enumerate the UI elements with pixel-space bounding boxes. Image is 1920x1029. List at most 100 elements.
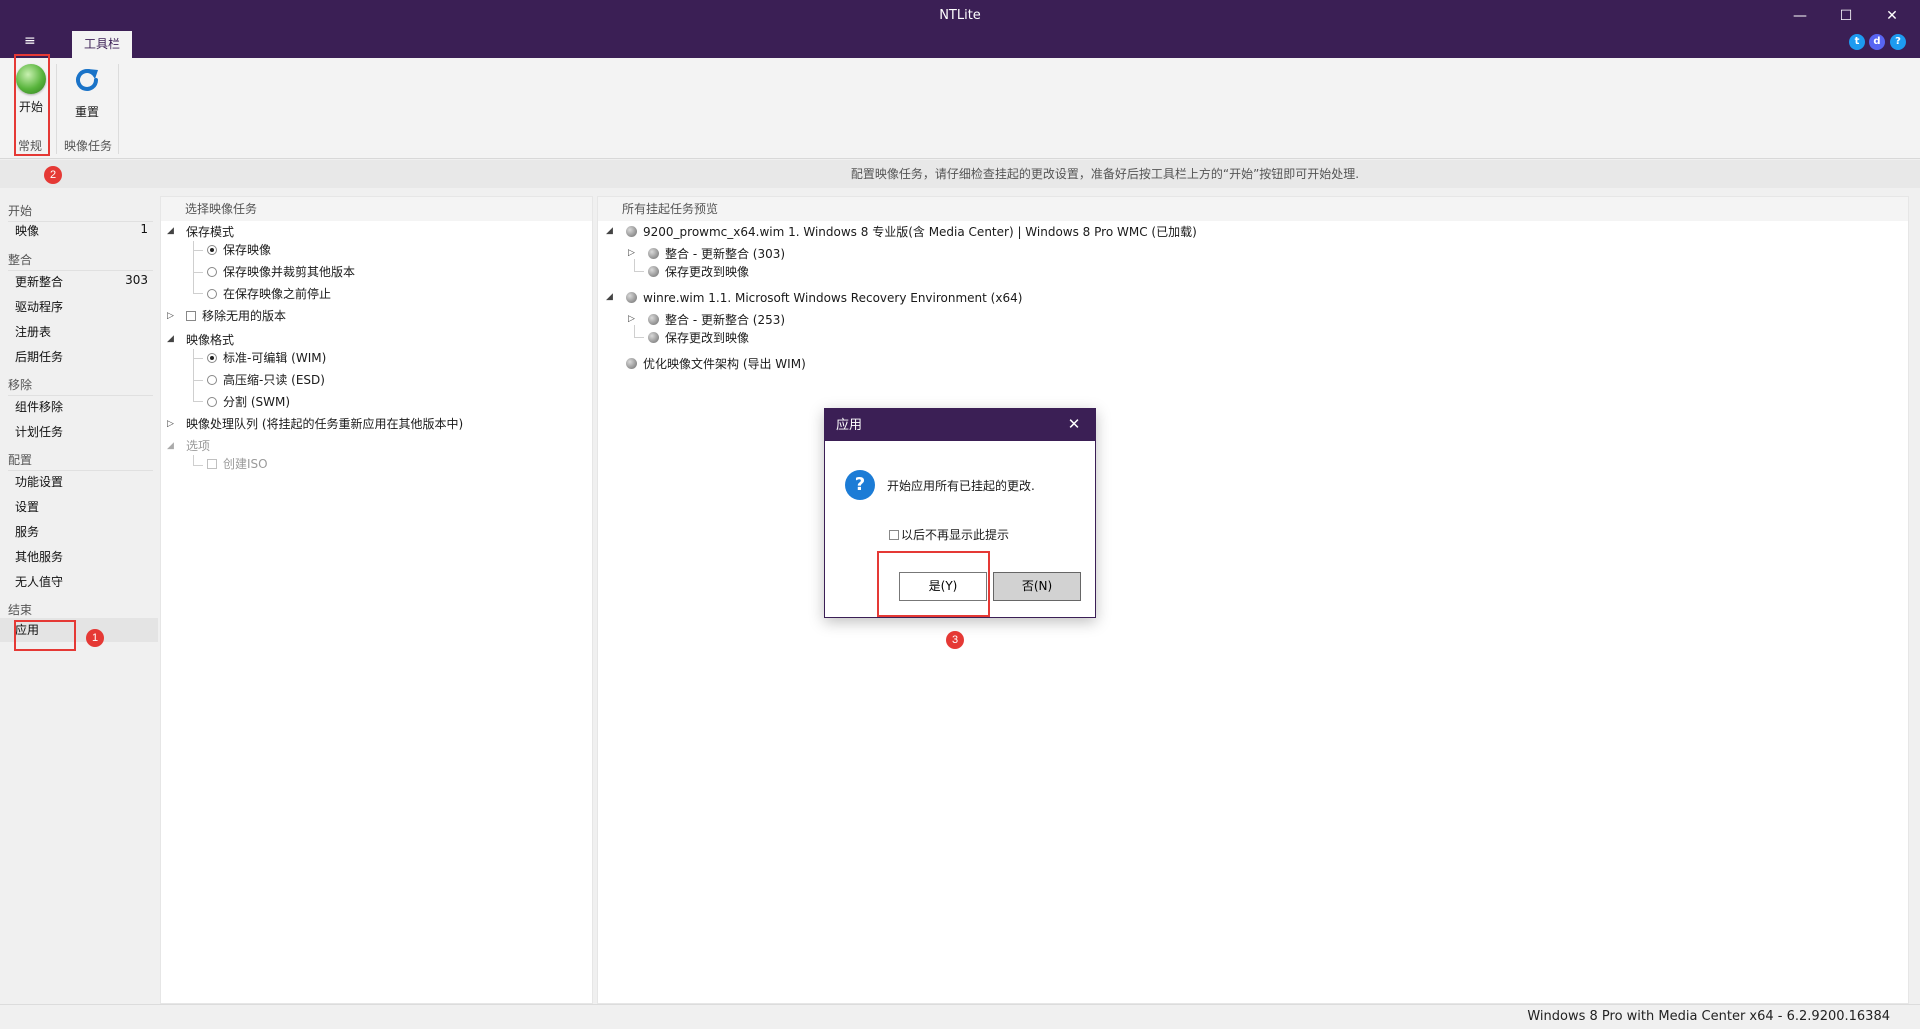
sidebar-item-image[interactable]: 映像 1 <box>15 222 153 239</box>
radio-icon <box>207 397 217 407</box>
tree-line <box>193 465 203 466</box>
image-1-save-node[interactable]: 保存更改到映像 <box>648 263 749 281</box>
sidebar-item-services[interactable]: 服务 <box>15 523 153 540</box>
option-label: 分割 (SWM) <box>223 395 291 409</box>
image-2-node[interactable]: winre.wim 1.1. Microsoft Windows Recover… <box>626 289 1022 307</box>
option-label: 在保存映像之前停止 <box>223 287 332 301</box>
discord-icon[interactable]: d <box>1869 34 1885 50</box>
option-label: 保存映像并裁剪其他版本 <box>223 265 356 279</box>
tree-line <box>193 358 203 359</box>
group-separator <box>118 64 119 154</box>
sidebar-item-settings[interactable]: 设置 <box>15 498 153 515</box>
sidebar-section-configure: 配置 <box>8 451 153 471</box>
radio-save-trim[interactable]: 保存映像并裁剪其他版本 <box>207 263 355 281</box>
dont-show-checkbox[interactable]: 以后不再显示此提示 <box>889 526 1009 543</box>
node-label: 9200_prowmc_x64.wim 1. Windows 8 专业版(含 M… <box>643 225 1197 239</box>
expand-icon[interactable]: ▷ <box>628 248 635 258</box>
info-strip: 配置映像任务，请仔细检查挂起的更改设置，准备好后按工具栏上方的“开始”按钮即可开… <box>0 160 1920 188</box>
sidebar-section-remove: 移除 <box>8 376 153 396</box>
status-dot-icon <box>648 266 659 277</box>
panel-header: 选择映像任务 <box>161 197 592 221</box>
dialog-close-icon[interactable]: ✕ <box>1059 409 1089 439</box>
collapse-icon[interactable]: ◢ <box>167 441 174 451</box>
tree-line <box>193 401 203 402</box>
hamburger-menu-icon[interactable]: ≡ <box>24 33 36 49</box>
radio-swm[interactable]: 分割 (SWM) <box>207 393 290 411</box>
annotation-badge: 2 <box>44 166 62 184</box>
expand-icon[interactable]: ▷ <box>167 311 174 321</box>
image-1-node[interactable]: 9200_prowmc_x64.wim 1. Windows 8 专业版(含 M… <box>626 223 1197 241</box>
expand-icon[interactable]: ▷ <box>167 419 174 429</box>
radio-icon <box>207 375 217 385</box>
collapse-icon[interactable]: ◢ <box>167 226 174 236</box>
tree-line <box>634 325 635 337</box>
tab-toolbar[interactable]: 工具栏 <box>72 31 132 58</box>
sidebar: 开始 映像 1 整合 更新整合 303 驱动程序 注册表 后期任务 移除 组件移… <box>0 196 158 1004</box>
sidebar-item-components[interactable]: 组件移除 <box>15 398 153 415</box>
tree-line <box>193 455 194 465</box>
sidebar-item-drivers[interactable]: 驱动程序 <box>15 298 153 315</box>
collapse-icon[interactable]: ◢ <box>606 292 613 302</box>
image-2-save-node[interactable]: 保存更改到映像 <box>648 329 749 347</box>
no-button[interactable]: 否(N) <box>993 572 1081 601</box>
checkbox-remove-unused[interactable]: 移除无用的版本 <box>186 307 286 325</box>
twitter-icon[interactable]: t <box>1849 34 1865 50</box>
sidebar-item-registry[interactable]: 注册表 <box>15 323 153 340</box>
status-dot-icon <box>648 332 659 343</box>
dialog-title: 应用 <box>825 409 1095 441</box>
option-label: 高压缩-只读 (ESD) <box>223 373 325 387</box>
image-1-integrate-node[interactable]: 整合 - 更新整合 (303) <box>648 245 785 263</box>
reset-button[interactable]: 重置 <box>65 64 109 120</box>
node-label: 整合 - 更新整合 (303) <box>665 247 786 261</box>
status-dot-icon <box>626 226 637 237</box>
radio-esd[interactable]: 高压缩-只读 (ESD) <box>207 371 325 389</box>
expand-icon[interactable]: ▷ <box>628 314 635 324</box>
radio-icon <box>207 267 217 277</box>
radio-save-image[interactable]: 保存映像 <box>207 241 271 259</box>
image-tasks-panel: 选择映像任务 ◢ 保存模式 保存映像 保存映像并裁剪其他版本 在保存映像之前停止… <box>160 196 593 1004</box>
checkbox-icon <box>207 459 217 469</box>
optimize-node[interactable]: 优化映像文件架构 (导出 WIM) <box>626 355 806 373</box>
sidebar-item-post-setup[interactable]: 后期任务 <box>15 348 153 365</box>
sidebar-item-other-services[interactable]: 其他服务 <box>15 548 153 565</box>
radio-icon <box>207 245 217 255</box>
sidebar-section-integrate: 整合 <box>8 251 153 271</box>
checkbox-create-iso[interactable]: 创建ISO <box>207 455 268 473</box>
panel-header: 所有挂起任务预览 <box>598 197 1908 221</box>
node-label: winre.wim 1.1. Microsoft Windows Recover… <box>643 291 1023 305</box>
radio-icon <box>207 289 217 299</box>
node-label: 保存更改到映像 <box>665 331 750 345</box>
radio-wim[interactable]: 标准-可编辑 (WIM) <box>207 349 326 367</box>
save-mode-group: 保存模式 <box>186 225 235 239</box>
tree-line <box>193 380 203 381</box>
annotation-badge: 3 <box>946 631 964 649</box>
status-dot-icon <box>626 292 637 303</box>
sidebar-item-label: 更新整合 <box>15 275 64 289</box>
tree-line <box>634 259 635 271</box>
help-icon[interactable]: ? <box>1890 34 1906 50</box>
sidebar-item-unattended[interactable]: 无人值守 <box>15 573 153 590</box>
collapse-icon[interactable]: ◢ <box>606 226 613 236</box>
node-label: 整合 - 更新整合 (253) <box>665 313 786 327</box>
node-label: 保存更改到映像 <box>665 265 750 279</box>
tree-line <box>634 271 644 272</box>
tree-line <box>193 250 203 251</box>
image-2-integrate-node[interactable]: 整合 - 更新整合 (253) <box>648 311 785 329</box>
dialog-message: 开始应用所有已挂起的更改. <box>887 479 1035 493</box>
checkbox-icon <box>186 311 196 321</box>
checkbox-label: 以后不再显示此提示 <box>901 528 1010 542</box>
sidebar-item-features[interactable]: 功能设置 <box>15 473 153 490</box>
sidebar-item-scheduled-tasks[interactable]: 计划任务 <box>15 423 153 440</box>
minimize-button[interactable]: — <box>1780 4 1820 28</box>
ribbon: 开始 重置 常规 映像任务 <box>0 58 1920 159</box>
tree-line <box>193 293 203 294</box>
checkbox-icon <box>889 530 899 540</box>
image-queue-group[interactable]: 映像处理队列 (将挂起的任务重新应用在其他版本中) <box>186 415 463 433</box>
collapse-icon[interactable]: ◢ <box>167 334 174 344</box>
close-button[interactable]: ✕ <box>1872 4 1912 28</box>
tree-line <box>193 241 194 293</box>
maximize-button[interactable]: ☐ <box>1826 4 1866 28</box>
sidebar-item-updates[interactable]: 更新整合 303 <box>15 273 153 290</box>
radio-stop-before-save[interactable]: 在保存映像之前停止 <box>207 285 331 303</box>
status-dot-icon <box>648 314 659 325</box>
